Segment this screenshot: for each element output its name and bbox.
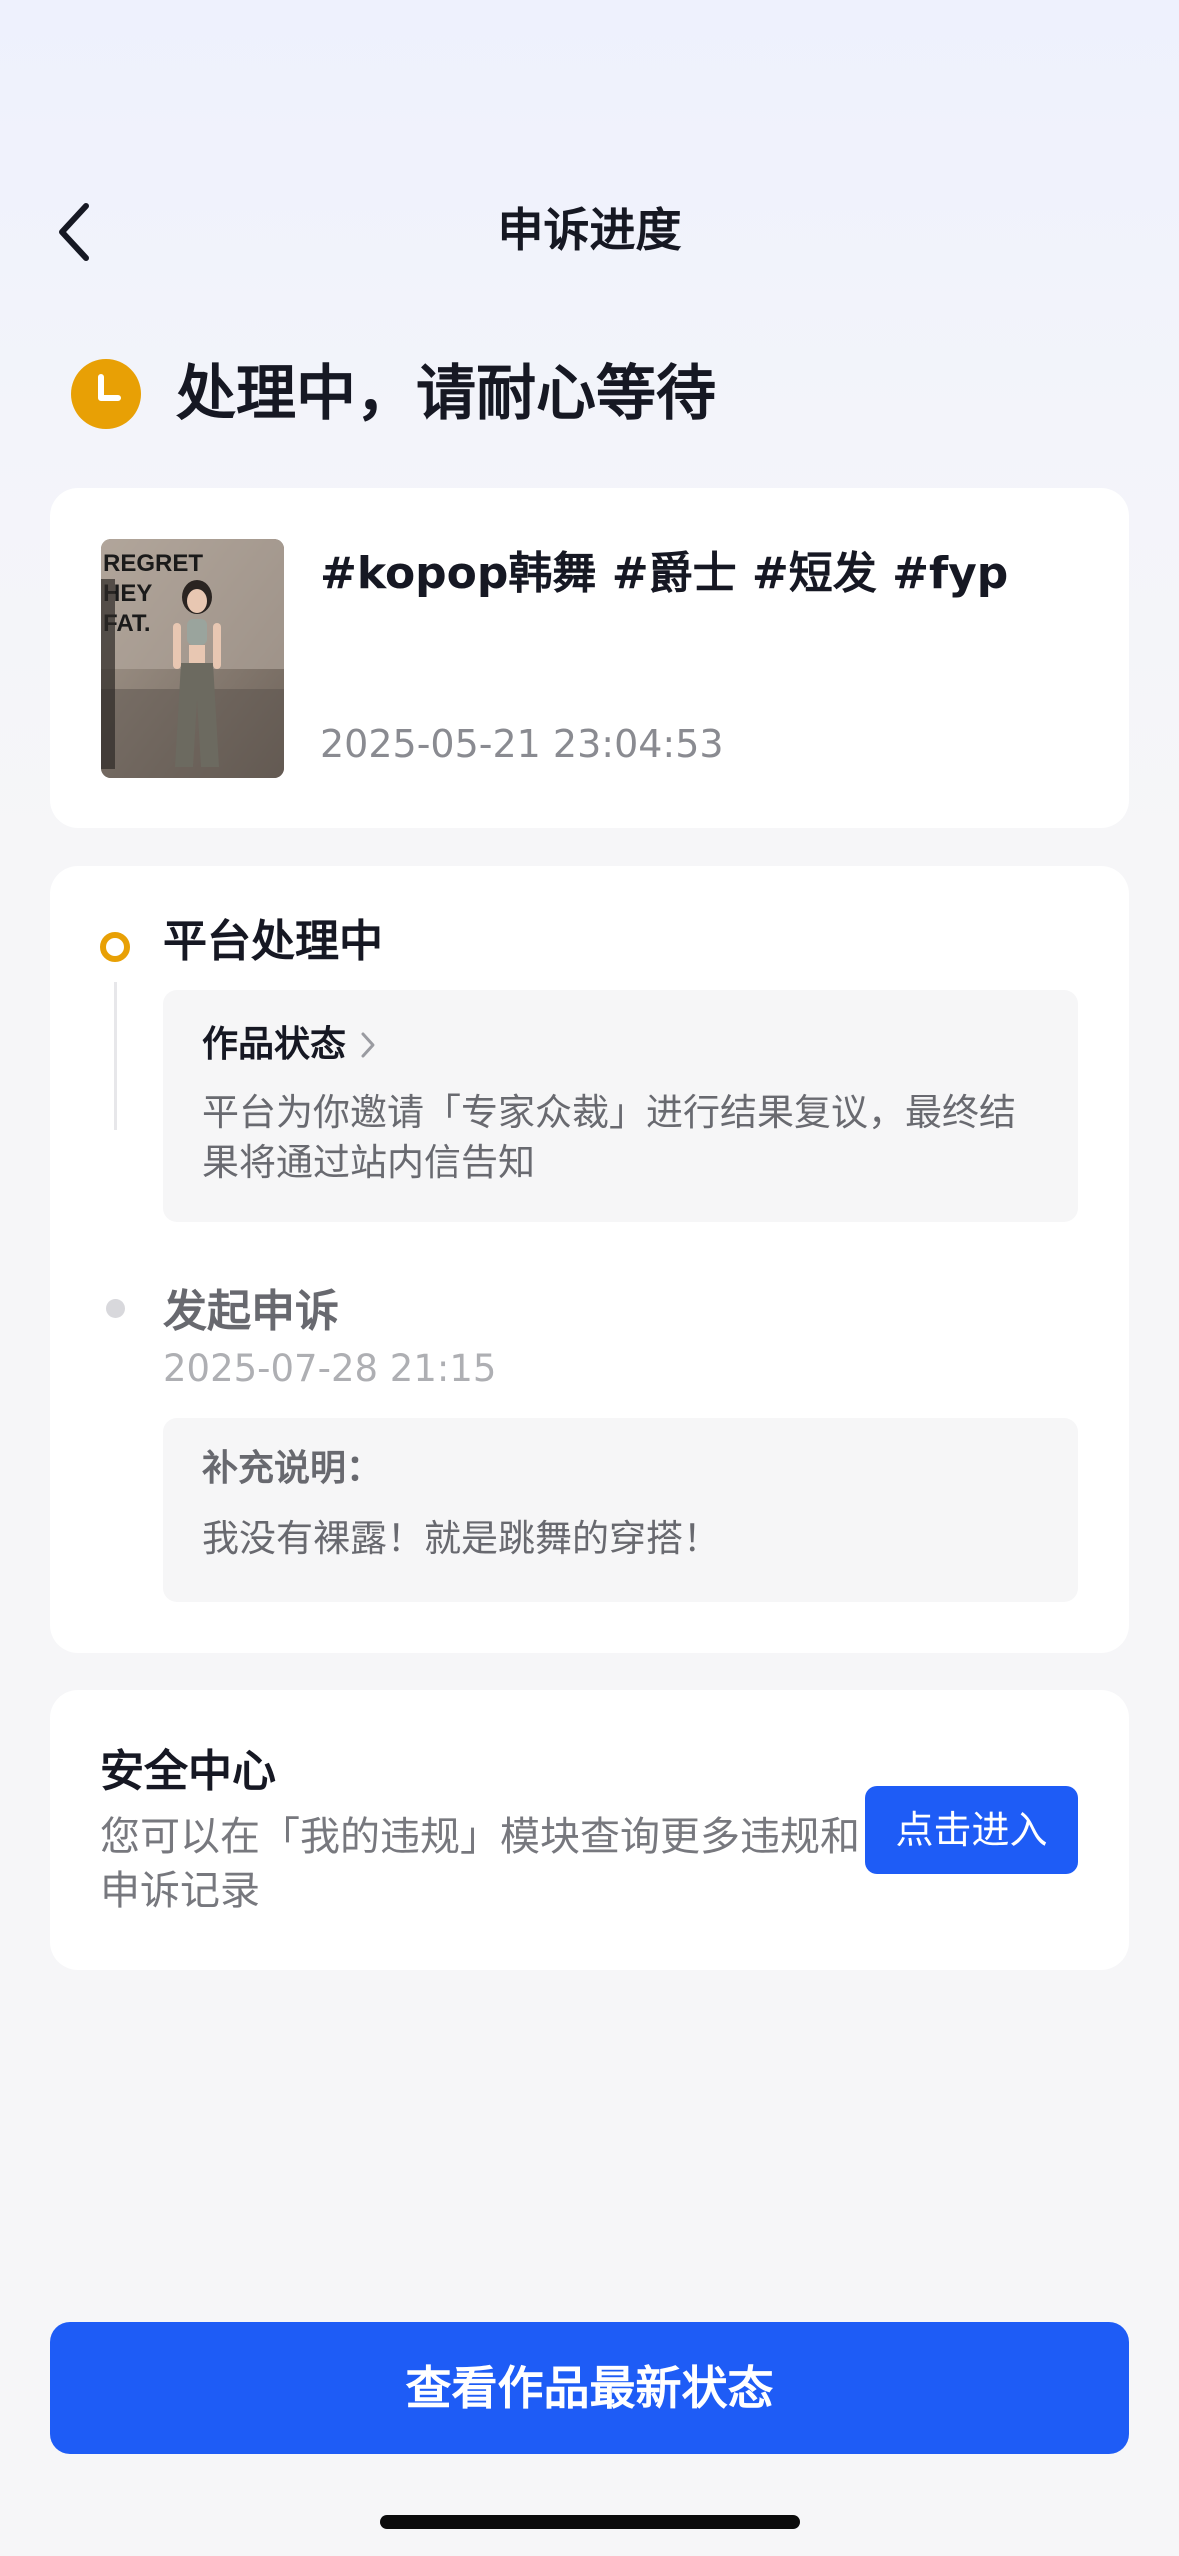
svg-text:REGRET: REGRET: [103, 550, 203, 577]
work-status-description: 平台为你邀请「专家众裁」进行结果复议，最终结果将通过站内信告知: [202, 1091, 1016, 1184]
timeline-step-date: 2025-07-28 21:15: [163, 1347, 497, 1390]
supplement-label: 补充说明：: [202, 1448, 383, 1489]
safety-center-card: 安全中心 您可以在「我的违规」模块查询更多违规和申诉记录 点击进入: [50, 1690, 1129, 1970]
safety-center-title: 安全中心: [100, 1746, 276, 1797]
safety-center-description: 您可以在「我的违规」模块查询更多违规和申诉记录: [100, 1814, 860, 1914]
clock-icon: [71, 359, 141, 429]
status-title: 处理中，请耐心等待: [176, 359, 716, 429]
video-card[interactable]: REGRET HEY FAT. #kopop韩舞 #爵士 #短发 #fyp 20…: [50, 488, 1129, 828]
supplement-text: 我没有裸露！就是跳舞的穿搭！: [202, 1517, 720, 1560]
video-thumbnail[interactable]: REGRET HEY FAT.: [101, 539, 284, 778]
video-date: 2025-05-21 23:04:53: [320, 722, 724, 766]
work-status-link[interactable]: 作品状态: [202, 1020, 376, 1070]
view-latest-status-button[interactable]: 查看作品最新状态: [50, 2322, 1129, 2454]
video-title: #kopop韩舞 #爵士 #短发 #fyp: [320, 548, 1009, 599]
enter-button[interactable]: 点击进入: [865, 1786, 1078, 1874]
supplement-box: 补充说明： 我没有裸露！就是跳舞的穿搭！: [163, 1418, 1078, 1602]
timeline-step-title: 平台处理中: [163, 916, 383, 967]
work-status-label: 作品状态: [202, 1024, 347, 1065]
timeline-inactive-indicator: [106, 1299, 125, 1318]
timeline-card: 平台处理中 作品状态 平台为你邀请「专家众裁」进行结果复议，最终结果将通过站内信…: [50, 866, 1129, 1653]
timeline-active-indicator: [100, 932, 130, 962]
page-title: 申诉进度: [497, 203, 682, 257]
home-indicator[interactable]: [380, 2515, 800, 2529]
chevron-right-icon: [361, 1032, 375, 1058]
timeline-step-title: 发起申诉: [163, 1286, 339, 1337]
timeline-connector: [114, 982, 117, 1130]
work-status-box[interactable]: 作品状态 平台为你邀请「专家众裁」进行结果复议，最终结果将通过站内信告知: [163, 990, 1078, 1222]
